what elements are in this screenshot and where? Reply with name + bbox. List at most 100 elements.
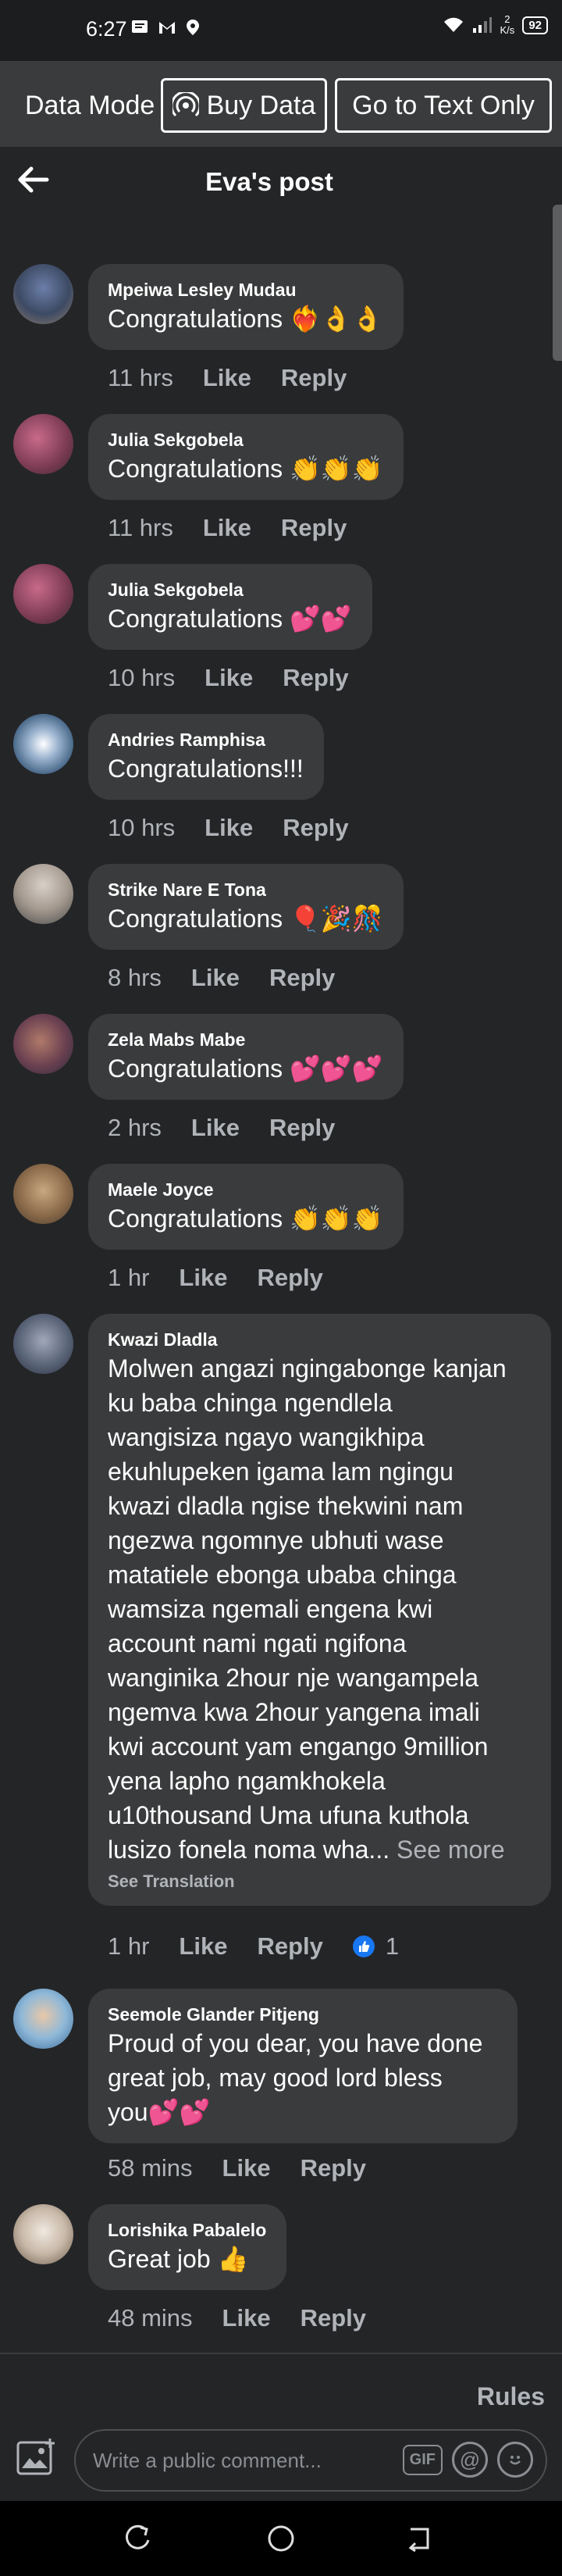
comment-meta: 2 hrs Like Reply [108,1114,365,1142]
thumbs-up-icon [352,1936,375,1957]
avatar[interactable] [13,714,73,774]
see-more-link[interactable]: See more [389,1836,505,1864]
avatar[interactable] [13,414,73,474]
comment-bubble: Lorishika Pabalelo Great job 👍 [88,2204,287,2290]
like-button[interactable]: Like [205,664,253,692]
comment-text: Proud of you dear, you have done great j… [108,2029,483,2126]
avatar[interactable] [13,864,73,924]
comment-text: Congratulations 💕💕 [108,605,352,633]
net-speed: 2 K/s [500,13,515,36]
comment-bubble: Strike Nare E Tona Congratulations 🎈🎉🎊 [88,864,404,950]
comment-meta: 11 hrs Like Reply [108,514,376,542]
comment-time: 1 hr [108,1932,150,1960]
status-bar: 6:27 2 K/s 92 [0,0,562,61]
reply-button[interactable]: Reply [301,2304,366,2332]
scrollbar[interactable] [553,205,562,361]
avatar[interactable] [13,1014,73,1074]
message-icon [132,20,148,33]
comment-author[interactable]: Zela Mabs Mabe [108,1028,383,1051]
comment-author[interactable]: Lorishika Pabalelo [108,2218,266,2242]
comment-time: 2 hrs [108,1114,162,1141]
comment-bubble: Andries Ramphisa Congratulations!!! [88,714,324,800]
reply-button[interactable]: Reply [269,1114,335,1142]
like-button[interactable]: Like [179,1932,227,1961]
rules-link[interactable]: Rules [477,2382,545,2411]
comment-bubble: Julia Sekgobela Congratulations 👏👏👏 [88,414,404,500]
home-icon[interactable] [265,2523,297,2554]
comment-bubble: Zela Mabs Mabe Congratulations 💕💕💕 [88,1014,404,1100]
like-button[interactable]: Like [222,2154,271,2182]
comment-time: 11 hrs [108,364,173,391]
comment-bubble: Mpeiwa Lesley Mudau Congratulations ❤️‍🔥… [88,264,404,350]
like-button[interactable]: Like [203,364,251,392]
like-button[interactable]: Like [191,1114,240,1142]
comment-text: Congratulations 🎈🎉🎊 [108,904,383,933]
avatar[interactable] [13,1164,73,1224]
see-translation-link[interactable]: See Translation [108,1871,531,1892]
data-mode-bar: Data Mode Buy Data Go to Text Only [0,61,562,147]
page-title: Eva's post [205,167,333,196]
comment-meta: 10 hrs Like Reply [108,664,379,692]
comment-author[interactable]: Kwazi Dladla [108,1328,531,1351]
reply-button[interactable]: Reply [283,664,348,692]
comment-author[interactable]: Julia Sekgobela [108,578,352,601]
gmail-icon [159,22,175,34]
avatar[interactable] [13,2204,73,2264]
comment-bubble: Maele Joyce Congratulations 👏👏👏 [88,1164,404,1250]
reply-button[interactable]: Reply [269,964,335,992]
comment-meta: 1 hr Like Reply [108,1264,353,1292]
text-only-button[interactable]: Go to Text Only [335,78,552,133]
avatar[interactable] [13,1989,73,2049]
like-button[interactable]: Like [191,964,240,992]
mention-icon[interactable]: @ [452,2442,488,2478]
avatar[interactable] [13,564,73,624]
recents-icon[interactable] [123,2523,155,2554]
comment-text: Congratulations 👏👏👏 [108,1204,383,1233]
comment-author[interactable]: Andries Ramphisa [108,728,304,751]
comment-author[interactable]: Seemole Glander Pitjeng [108,2003,497,2026]
comment-input[interactable]: Write a public comment... GIF @ [74,2429,547,2492]
like-button[interactable]: Like [205,814,253,842]
location-icon [187,20,199,35]
comment-meta: 10 hrs Like Reply [108,814,379,842]
emoji-icon[interactable] [497,2442,533,2478]
reply-button[interactable]: Reply [281,514,347,542]
system-nav-bar [0,2501,562,2576]
comment-time: 48 mins [108,2304,193,2332]
comment-bubble: Kwazi Dladla Molwen angazi ngingabonge k… [88,1314,551,1906]
comment-time: 10 hrs [108,814,176,841]
comment-meta: 11 hrs Like Reply [108,364,376,392]
back-icon[interactable] [404,2523,436,2554]
reply-button[interactable]: Reply [257,1932,322,1961]
wifi-icon [443,17,463,32]
comment-meta: 8 hrs Like Reply [108,964,365,992]
reply-button[interactable]: Reply [301,2154,366,2182]
notification-icons [131,19,200,36]
comment-meta: 1 hr Like Reply 1 [108,1932,399,1961]
comment-text: Congratulations!!! [108,755,304,783]
comment-meta: 48 mins Like Reply [108,2304,396,2332]
comment-author[interactable]: Maele Joyce [108,1178,383,1201]
comment-text: Great job 👍 [108,2245,249,2273]
reply-button[interactable]: Reply [283,814,348,842]
avatar[interactable] [13,264,73,324]
comment-author[interactable]: Julia Sekgobela [108,428,383,451]
like-button[interactable]: Like [179,1264,227,1292]
comment-author[interactable]: Mpeiwa Lesley Mudau [108,278,383,301]
like-button[interactable]: Like [222,2304,271,2332]
comment-author[interactable]: Strike Nare E Tona [108,878,383,901]
comment-bubble: Seemole Glander Pitjeng Proud of you dea… [88,1989,518,2143]
photo-icon[interactable] [16,2437,59,2478]
avatar[interactable] [13,1314,73,1374]
buy-data-button[interactable]: Buy Data [161,78,327,133]
comment-text: Congratulations ❤️‍🔥👌👌 [108,305,383,333]
comment-time: 10 hrs [108,664,176,691]
like-button[interactable]: Like [203,514,251,542]
comment-placeholder: Write a public comment... [93,2449,322,2472]
comment-text: Molwen angazi ngingabonge kanjan ku baba… [108,1354,507,1864]
system-indicators: 2 K/s 92 [443,14,548,36]
reply-button[interactable]: Reply [281,364,347,392]
like-count[interactable]: 1 [352,1932,399,1961]
reply-button[interactable]: Reply [257,1264,322,1292]
gif-button[interactable]: GIF [402,2444,443,2475]
